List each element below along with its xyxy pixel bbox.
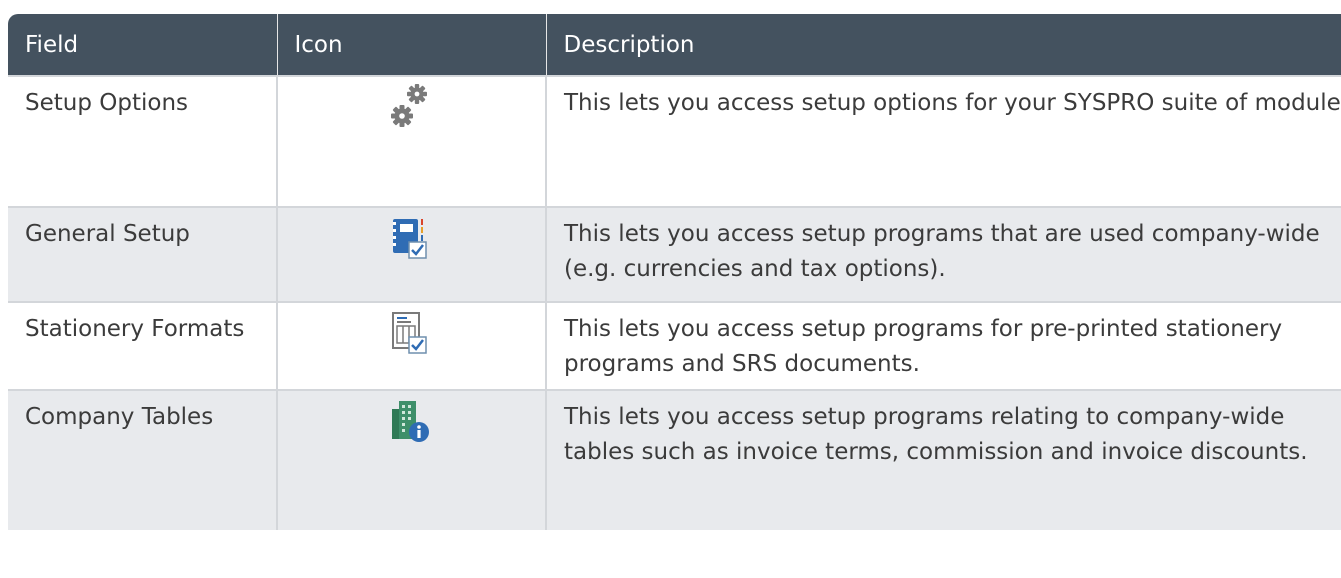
table-header: Field Icon Description: [8, 14, 1341, 76]
header-field: Field: [8, 14, 278, 76]
description-cell: This lets you access setup programs for …: [564, 316, 1283, 377]
table: Field Icon Description Setup Options Thi…: [8, 14, 1341, 530]
description-cell: This lets you access setup programs rela…: [564, 404, 1308, 465]
icon-cell: [277, 390, 547, 530]
notebook-check-icon: [393, 219, 427, 259]
table-row: General Setup This lets you access setup…: [8, 207, 1341, 302]
header-description: Description: [563, 31, 695, 58]
gears-icon: [391, 84, 427, 127]
description-cell: This lets you access setup options for y…: [564, 90, 1341, 116]
table-row: Company Tables This lets you access setu…: [8, 390, 1341, 530]
icon-cell: [277, 76, 547, 207]
document-layout-check-icon: [392, 312, 427, 354]
field-cell: Company Tables: [8, 390, 278, 530]
setup-options-table: Field Icon Description Setup Options Thi…: [8, 14, 1341, 578]
table-row: Setup Options This lets you access setup…: [8, 76, 1341, 207]
field-cell: Stationery Formats: [8, 302, 278, 390]
table-row: Stationery Formats This lets you access …: [8, 302, 1341, 390]
icon-cell: [277, 207, 547, 302]
description-cell: This lets you access setup programs that…: [564, 221, 1320, 282]
table-body: Setup Options This lets you access setup…: [8, 76, 1341, 530]
header-row: Field Icon Description: [8, 14, 1341, 76]
icon-cell: [277, 302, 547, 390]
field-cell: General Setup: [8, 207, 278, 302]
header-icon: Icon: [277, 14, 547, 76]
field-cell: Setup Options: [8, 76, 278, 207]
building-info-icon: [392, 401, 429, 442]
